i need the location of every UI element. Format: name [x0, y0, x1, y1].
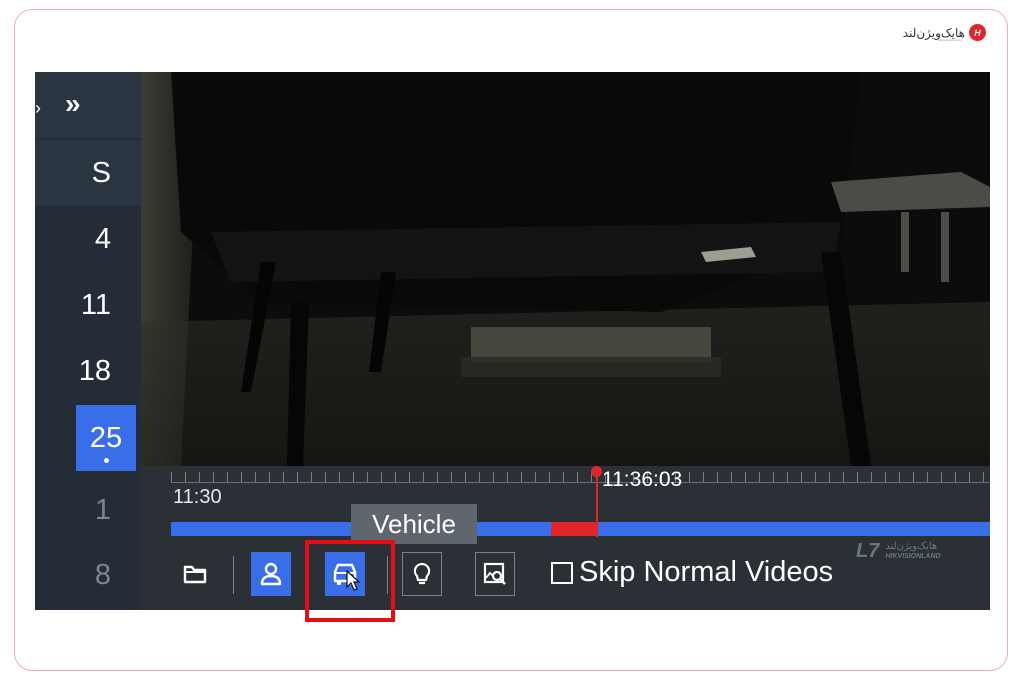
brand-header: هایک‌ویژن‌لند H Hikvisionland.com: [903, 24, 986, 42]
human-filter-button[interactable]: [251, 552, 291, 596]
sidebar-toolbar: › »: [35, 72, 141, 138]
recording-dot: [104, 458, 109, 463]
skip-normal-videos-label: Skip Normal Videos: [579, 556, 834, 588]
timeline-panel: 11:30 11:36:03 Vehicle Skip Normal Video…: [141, 466, 990, 610]
skip-normal-videos-option[interactable]: Skip Normal Videos: [551, 556, 833, 589]
timeline-cursor[interactable]: [596, 469, 598, 537]
toolbar-separator: [233, 556, 234, 594]
calendar-day-selected[interactable]: 25: [76, 405, 136, 471]
event-recording-bar[interactable]: [551, 522, 596, 536]
brand-subtitle: Hikvisionland.com: [937, 38, 962, 42]
folder-icon: [183, 565, 207, 584]
skip-normal-videos-checkbox[interactable]: [551, 561, 573, 584]
vehicle-button-highlight: [305, 540, 395, 622]
watermark-english-text: HIKVISIONLAND: [885, 552, 941, 560]
image-search-button[interactable]: [475, 552, 515, 596]
calendar-day[interactable]: 8: [35, 542, 141, 608]
idea-filter-button[interactable]: [402, 552, 442, 596]
image-search-icon: [483, 562, 506, 585]
brand-logo: H: [969, 24, 986, 41]
calendar-day[interactable]: 18: [35, 338, 141, 404]
folder-button[interactable]: [175, 552, 215, 596]
calendar-day-header: S: [35, 140, 141, 206]
lightbulb-icon: [413, 562, 431, 585]
person-icon: [260, 562, 282, 586]
watermark-logo: L7: [856, 540, 880, 562]
playback-player: › » S 4 11 18 25 1 8 11:30 11:36:03 Vehi…: [35, 72, 990, 610]
camera-scene: [141, 72, 990, 466]
calendar-day[interactable]: 4: [35, 206, 141, 272]
calendar-day[interactable]: 11: [35, 272, 141, 338]
timeline-cursor-handle[interactable]: [591, 466, 602, 477]
tooltip: Vehicle: [351, 504, 477, 544]
double-chevron-right-icon[interactable]: »: [65, 88, 81, 120]
timeline-start-label: 11:30: [173, 486, 222, 508]
calendar-day[interactable]: 1: [35, 477, 141, 543]
timeline-ticks: [171, 472, 990, 482]
watermark: L7 هایک‌ویژن‌لند HIKVISIONLAND: [856, 540, 941, 563]
cursor-time-label: 11:36:03: [602, 468, 683, 491]
watermark-arabic-text: هایک‌ویژن‌لند: [885, 540, 938, 552]
video-frame[interactable]: [141, 72, 990, 466]
calendar-sidebar: › » S 4 11 18 25 1 8: [35, 72, 141, 610]
